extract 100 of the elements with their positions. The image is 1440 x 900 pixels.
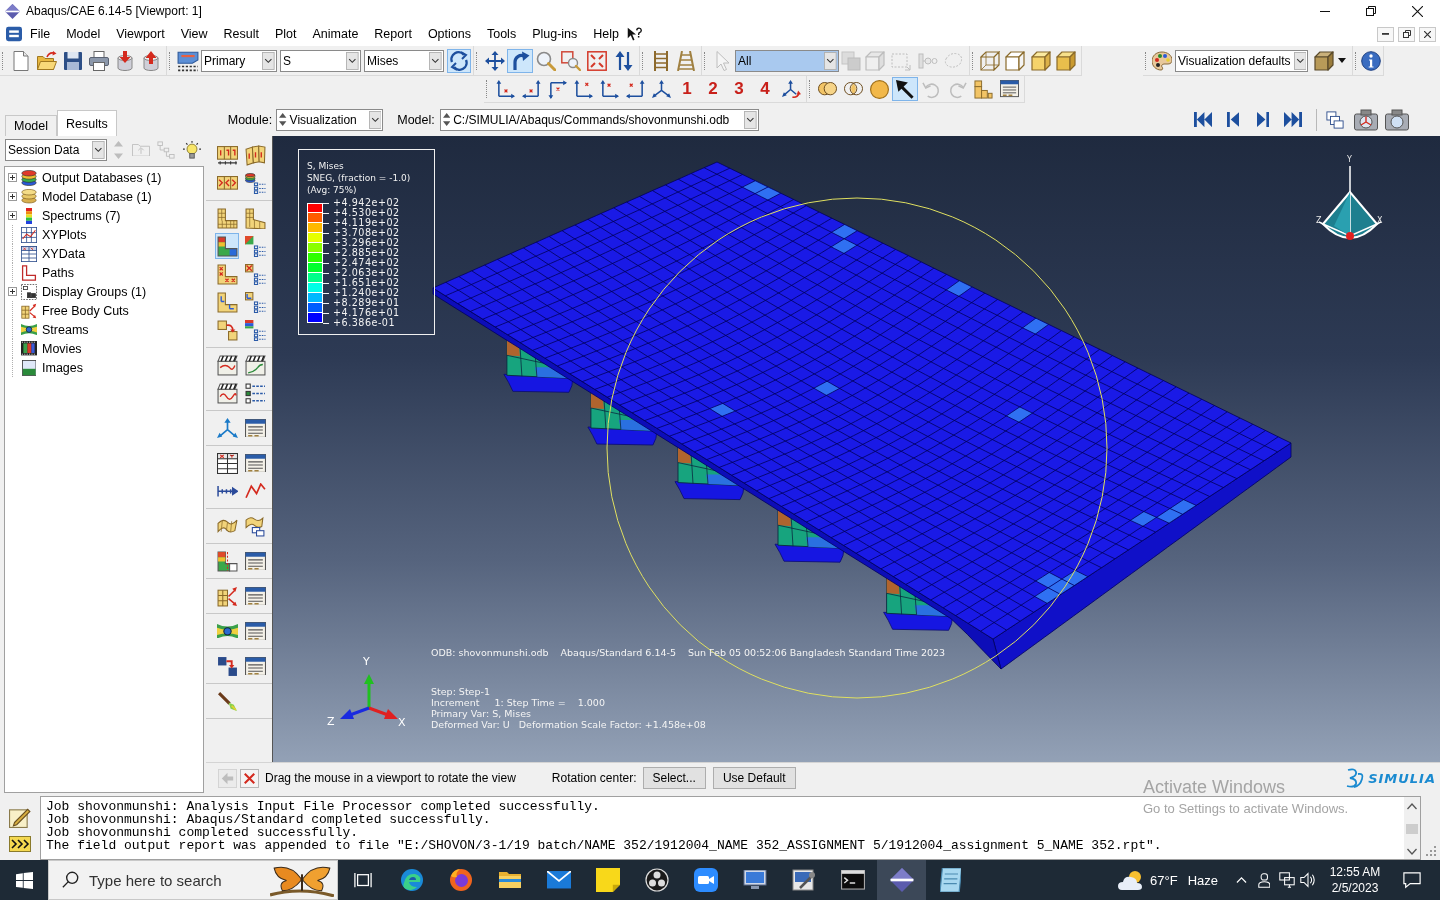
stream-tube-icon[interactable] (216, 623, 238, 639)
clock-time[interactable]: 12:55 AM (1329, 864, 1381, 880)
menu-item[interactable]: Help (585, 22, 628, 46)
swap-squares-icon[interactable] (216, 655, 238, 677)
person-icon[interactable] (1257, 872, 1271, 888)
close-window-button[interactable] (1419, 26, 1436, 42)
user-view-button[interactable]: 1 (674, 77, 700, 101)
chevron-up-icon[interactable] (1235, 876, 1247, 884)
film-clapper-curve-icon[interactable] (244, 354, 266, 376)
clock-date[interactable]: 2/5/2023 (1331, 880, 1379, 896)
caret-icon[interactable] (1338, 58, 1346, 63)
ladder-icon[interactable] (676, 50, 696, 71)
prompt-chevrons-icon[interactable] (9, 836, 31, 852)
overlay-list-icon[interactable] (244, 319, 266, 341)
fox-browser-icon[interactable] (448, 868, 473, 892)
weather-condition[interactable]: Haze (1187, 872, 1218, 888)
tab[interactable]: Results (57, 110, 117, 136)
cut-contour-icon[interactable] (216, 550, 238, 572)
contour-l-shape-button[interactable] (215, 233, 239, 259)
info-icon[interactable] (1361, 50, 1381, 71)
scroll-up-icon[interactable] (1407, 803, 1417, 810)
menu-item[interactable]: Plug-ins (524, 22, 586, 46)
lightbulb-icon[interactable] (183, 141, 201, 159)
menu-item[interactable]: File (22, 22, 59, 46)
tree-item[interactable]: Model Database (1) (42, 189, 152, 204)
rotate-arrow-button[interactable] (507, 48, 533, 73)
cancel-icon[interactable] (240, 768, 259, 788)
shaded-cube-icon[interactable] (1030, 50, 1051, 71)
pick-arrow-button[interactable] (892, 77, 918, 101)
mesh-arrows-icon[interactable] (216, 585, 238, 607)
video-camera-icon[interactable] (693, 868, 718, 892)
user-view-button[interactable]: 4 (752, 77, 778, 101)
expand-toggle-icon[interactable] (8, 173, 17, 182)
user-view-button[interactable]: 3 (726, 77, 752, 101)
blank-page-icon[interactable] (11, 50, 31, 71)
symbol-l-shape-icon[interactable] (216, 263, 238, 285)
computer-tool-icon[interactable] (791, 869, 816, 891)
session-dropdown[interactable]: Session Data (5, 139, 107, 161)
tree-item[interactable]: Output Databases (1) (42, 170, 162, 185)
restore-icon[interactable] (1366, 6, 1376, 16)
axes-view-icon[interactable] (547, 79, 567, 99)
terminal-icon[interactable] (840, 870, 865, 890)
note-pencil-icon[interactable] (9, 806, 31, 828)
tree-item[interactable]: Display Groups (1) (42, 284, 147, 299)
close-icon[interactable] (1411, 5, 1423, 17)
fit-frame-icon[interactable] (586, 50, 607, 71)
minimize-icon[interactable] (1320, 10, 1330, 12)
orientation-l-shape-icon[interactable] (216, 291, 238, 313)
outline-cube-icon[interactable] (1005, 50, 1025, 71)
swirl-browser-icon[interactable] (399, 868, 424, 892)
axes-triad-icon[interactable] (216, 417, 238, 439)
menu-item[interactable]: Result (215, 22, 267, 46)
tree-item[interactable]: Free Body Cuts (42, 303, 129, 318)
notification-icon[interactable] (1403, 871, 1421, 889)
box-magnifier-icon[interactable] (560, 50, 581, 71)
scrollbar[interactable] (1404, 797, 1420, 859)
numbered-grid-icon[interactable] (216, 144, 238, 166)
window-menu-icon[interactable] (6, 26, 22, 42)
xy-table-icon[interactable] (216, 452, 238, 474)
tab[interactable]: Model (5, 115, 58, 136)
prompt-button[interactable]: Use Default (712, 767, 796, 789)
database-up-icon[interactable] (141, 50, 161, 71)
variable-type-dropdown[interactable]: Primary (201, 49, 277, 72)
tiles-icon[interactable] (244, 144, 266, 166)
film-clapper-wave-icon[interactable] (216, 382, 238, 404)
curved-sheets-icon[interactable] (244, 515, 266, 537)
tree-item[interactable]: Paths (42, 265, 74, 280)
minimize-window-button[interactable] (1377, 26, 1394, 42)
variable-dropdown[interactable]: S (280, 49, 361, 72)
search-field[interactable]: Type here to search (48, 860, 338, 900)
skip-to-start-icon[interactable] (1194, 111, 1212, 128)
table-window-icon[interactable] (244, 656, 266, 676)
user-view-button[interactable]: 2 (700, 77, 726, 101)
axes-view-icon[interactable] (599, 79, 619, 99)
sticky-note-icon[interactable] (595, 868, 620, 892)
camera-icon[interactable] (1353, 108, 1378, 131)
solid-cube-icon[interactable] (1056, 50, 1076, 71)
menu-item[interactable]: Model (58, 22, 109, 46)
wireframe-cube-icon[interactable] (980, 50, 1000, 71)
tree-item[interactable]: Spectrums (7) (42, 208, 121, 223)
monitor-icon[interactable] (742, 870, 767, 890)
tree-item[interactable]: XYPlots (42, 227, 87, 242)
contour-list-icon[interactable] (244, 235, 266, 257)
step-plate-icon[interactable] (177, 49, 199, 72)
module-dropdown[interactable]: Visualization (276, 108, 384, 131)
dimension-arrow-icon[interactable] (216, 484, 238, 498)
weather-temperature[interactable]: 67°F (1150, 872, 1178, 888)
zigzag-line-icon[interactable] (244, 483, 266, 499)
tree-item[interactable]: Streams (42, 322, 89, 337)
menu-item[interactable]: Animate (304, 22, 367, 46)
windows-logo-icon[interactable] (15, 871, 33, 889)
cloud-sun-icon[interactable] (1117, 870, 1142, 890)
overlay-squares-icon[interactable] (216, 319, 238, 341)
magnifier-icon[interactable] (535, 50, 556, 71)
layers-list-icon[interactable] (244, 172, 266, 194)
scroll-down-icon[interactable] (1407, 848, 1417, 855)
menu-item[interactable]: Tools (478, 22, 525, 46)
arrow-tiles-icon[interactable] (216, 176, 238, 190)
table-window-icon[interactable] (999, 80, 1019, 98)
paint-palette-icon[interactable] (1152, 50, 1172, 71)
